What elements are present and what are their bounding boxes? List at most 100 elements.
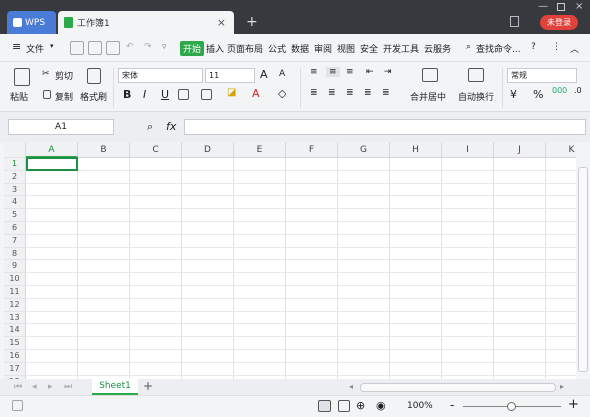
menu-tab-start[interactable]: 开始 xyxy=(180,41,205,56)
column-header-b[interactable]: B xyxy=(78,142,130,158)
close-window-icon[interactable]: × xyxy=(575,1,583,12)
row-header-13[interactable]: 13 xyxy=(4,311,26,325)
column-header-g[interactable]: G xyxy=(338,142,390,158)
clear-format-icon[interactable]: ◇ xyxy=(278,87,286,100)
merge-center-icon[interactable] xyxy=(422,68,438,82)
percent-button[interactable]: % xyxy=(533,88,543,101)
name-box[interactable]: A1 xyxy=(8,119,114,135)
row-header-4[interactable]: 4 xyxy=(4,196,26,210)
thousands-separator-icon[interactable]: 000 xyxy=(552,86,567,95)
next-sheet-icon[interactable]: ▸ xyxy=(48,382,53,392)
customize-icon[interactable]: ▿ xyxy=(162,42,167,52)
paste-button[interactable]: 粘贴 xyxy=(10,90,28,103)
menu-tab-developer[interactable]: 开发工具 xyxy=(383,42,419,55)
align-middle-icon[interactable]: ≡ xyxy=(326,67,340,77)
format-painter-icon[interactable] xyxy=(87,68,101,84)
close-tab-icon[interactable]: × xyxy=(217,16,226,29)
font-size-select[interactable]: 11 xyxy=(205,68,255,83)
wps-home-tab[interactable]: WPS xyxy=(7,11,56,34)
copy-button[interactable]: 复制 xyxy=(55,90,73,103)
font-color-icon[interactable]: A xyxy=(252,87,260,100)
zoom-slider-handle[interactable] xyxy=(507,402,516,411)
format-painter-button[interactable]: 格式刷 xyxy=(80,90,107,103)
row-header-3[interactable]: 3 xyxy=(4,183,26,197)
row-header-17[interactable]: 17 xyxy=(4,362,26,376)
zoom-level[interactable]: 100% xyxy=(407,401,433,411)
function-button[interactable]: fx xyxy=(166,120,176,133)
column-header-e[interactable]: E xyxy=(234,142,286,158)
decrease-font-icon[interactable]: A xyxy=(279,69,285,79)
spreadsheet-grid[interactable]: ABCDEFGHIJK 123456789101112131415161718 xyxy=(4,142,576,379)
row-header-16[interactable]: 16 xyxy=(4,350,26,363)
wrap-text-icon[interactable] xyxy=(468,68,484,82)
zoom-in-button[interactable]: + xyxy=(568,397,579,412)
print-icon[interactable] xyxy=(88,41,102,55)
sheet-tab-sheet1[interactable]: Sheet1 xyxy=(92,379,138,395)
help-icon[interactable]: ? xyxy=(531,42,536,52)
minimize-icon[interactable]: — xyxy=(538,1,548,12)
row-header-10[interactable]: 10 xyxy=(4,273,26,286)
collapse-ribbon-icon[interactable]: ︿ xyxy=(570,42,579,55)
file-menu[interactable]: 文件 xyxy=(26,42,44,55)
zoom-search-icon[interactable]: ⌕ xyxy=(147,120,153,134)
new-tab-button[interactable]: + xyxy=(246,14,258,30)
column-header-d[interactable]: D xyxy=(182,142,234,158)
menu-tab-insert[interactable]: 插入 xyxy=(206,42,224,55)
indent-increase-icon[interactable]: ⇥ xyxy=(384,67,392,77)
row-header-6[interactable]: 6 xyxy=(4,222,26,235)
row-header-14[interactable]: 14 xyxy=(4,324,26,338)
column-header-a[interactable]: A xyxy=(26,142,78,158)
menu-tab-cloud[interactable]: 云服务 xyxy=(424,42,451,55)
redo-icon[interactable]: ↷ xyxy=(144,42,152,52)
scroll-left-icon[interactable]: ◂ xyxy=(349,382,353,391)
indent-decrease-icon[interactable]: ⇤ xyxy=(366,67,374,77)
font-name-select[interactable]: 宋体 xyxy=(118,68,203,83)
align-left-icon[interactable]: ≣ xyxy=(310,88,318,98)
align-right-icon[interactable]: ≣ xyxy=(346,88,354,98)
row-header-7[interactable]: 7 xyxy=(4,234,26,248)
row-header-1[interactable]: 1 xyxy=(4,158,26,171)
increase-font-icon[interactable]: A xyxy=(260,68,268,81)
page-break-view-icon[interactable] xyxy=(338,400,350,412)
scroll-right-icon[interactable]: ▸ xyxy=(560,382,564,391)
row-header-5[interactable]: 5 xyxy=(4,209,26,222)
normal-view-icon[interactable] xyxy=(318,400,331,412)
select-all-corner[interactable] xyxy=(4,142,26,158)
document-tab[interactable]: 工作簿1 × xyxy=(58,11,234,34)
paste-icon[interactable] xyxy=(14,68,30,86)
formula-input[interactable] xyxy=(184,119,586,135)
fill-color-icon[interactable]: ◪ xyxy=(227,87,236,98)
cut-button[interactable]: 剪切 xyxy=(55,69,73,82)
column-header-k[interactable]: K xyxy=(546,142,576,158)
page-layout-view-icon[interactable]: ⊕ xyxy=(356,399,365,412)
column-header-i[interactable]: I xyxy=(442,142,494,158)
search-icon[interactable]: ⌕ xyxy=(466,42,471,52)
underline-button[interactable]: U xyxy=(161,88,169,101)
zoom-out-button[interactable]: - xyxy=(450,398,454,412)
horizontal-scrollbar[interactable] xyxy=(360,383,556,392)
merge-center-button[interactable]: 合并居中 xyxy=(410,90,446,103)
tablet-mode-icon[interactable] xyxy=(510,16,519,27)
vertical-scroll-thumb[interactable] xyxy=(578,167,588,372)
align-bottom-icon[interactable]: ≡ xyxy=(346,67,354,77)
decimal-icon[interactable]: .0 xyxy=(574,86,582,95)
row-header-2[interactable]: 2 xyxy=(4,170,26,184)
row-header-15[interactable]: 15 xyxy=(4,337,26,350)
column-header-f[interactable]: F xyxy=(286,142,338,158)
menu-tab-page-layout[interactable]: 页面布局 xyxy=(227,42,263,55)
cell-style-icon[interactable] xyxy=(201,89,212,100)
add-sheet-button[interactable]: + xyxy=(143,379,153,393)
justify-icon[interactable]: ≣ xyxy=(364,88,372,98)
column-header-c[interactable]: C xyxy=(130,142,182,158)
menu-tab-review[interactable]: 审阅 xyxy=(314,42,332,55)
align-top-icon[interactable]: ≡ xyxy=(310,67,318,77)
column-header-j[interactable]: J xyxy=(494,142,546,158)
currency-icon[interactable]: ¥ xyxy=(510,88,517,101)
row-header-9[interactable]: 9 xyxy=(4,260,26,274)
menu-tab-formula[interactable]: 公式 xyxy=(268,42,286,55)
menu-tab-view[interactable]: 视图 xyxy=(337,42,355,55)
bold-button[interactable]: B xyxy=(123,88,131,101)
prev-sheet-icon[interactable]: ◂ xyxy=(32,382,37,392)
distributed-icon[interactable]: ≣ xyxy=(382,88,390,98)
row-header-12[interactable]: 12 xyxy=(4,298,26,312)
